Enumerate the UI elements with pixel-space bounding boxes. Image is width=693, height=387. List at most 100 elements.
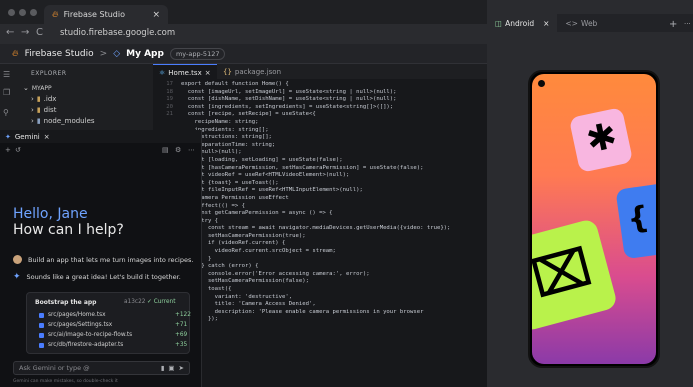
address-bar: ← → C studio.firebase.google.com (0, 24, 487, 44)
window-close-dot[interactable] (8, 9, 15, 16)
settings-icon[interactable]: ⚙ (175, 146, 181, 154)
code-line: 20 const [ingredients, setIngredients] =… (153, 104, 487, 112)
more-icon[interactable]: ⋯ (188, 146, 195, 154)
file-explorer: EXPLORER ⌄ MYAPP › ▮ .idx › ▮ dist › ▮ n… (13, 64, 153, 130)
android-icon: ◫ (495, 18, 503, 28)
breadcrumb-separator: > (99, 48, 108, 59)
code-line: description: 'Please enable camera permi… (153, 309, 487, 317)
chevron-down-icon: ⌄ (23, 84, 29, 92)
code-line: ingredients: string[]; (153, 127, 487, 135)
files-icon[interactable]: ❐ (3, 88, 10, 97)
code-line: const getCameraPermission = async () => … (153, 210, 487, 218)
user-message: Build an app that lets me turn images in… (13, 255, 193, 264)
code-line: 21 const [recipe, setRecipe] = useState<… (153, 111, 487, 119)
tab-android[interactable]: ◫ Android × (487, 14, 558, 32)
send-icon[interactable]: ➤ (179, 364, 184, 372)
chevron-right-icon: › (31, 106, 34, 114)
tab-web[interactable]: <> Web (557, 14, 605, 32)
code-text: const [ingredients, setIngredients] = us… (181, 103, 394, 110)
list-item[interactable]: src/pages/Home.tsx (39, 312, 106, 318)
code-text: const getCameraPermission = async () => … (181, 210, 333, 217)
preview-tabs: ◫ Android × <> Web (487, 14, 693, 32)
file-icon (39, 332, 44, 338)
code-line: console.error('Error accessing camera:',… (153, 271, 487, 279)
avatar (13, 255, 22, 264)
list-item[interactable]: src/ai/image-to-recipe-flow.ts (39, 332, 132, 338)
search-icon[interactable]: ⚲ (3, 108, 9, 117)
brackets-tile: ⌧ (532, 217, 619, 333)
url-text[interactable]: studio.firebase.google.com (60, 28, 175, 38)
close-icon[interactable]: × (543, 19, 549, 28)
firebase-logo-icon: 🔥︎ (52, 9, 59, 20)
back-button[interactable]: ← (6, 27, 14, 38)
line-delta: +122 (175, 312, 191, 318)
reload-button[interactable]: C (36, 27, 43, 38)
code-text: const [recipe, setRecipe] = useState<{ (181, 111, 316, 118)
tab-home-tsx[interactable]: ⚛ Home.tsx × (153, 64, 217, 80)
disclaimer: Gemini can make mistakes, so double-chec… (13, 379, 118, 384)
code-line: } (153, 256, 487, 264)
list-item[interactable]: › ▮ .idx (31, 95, 56, 103)
browser-tabstrip: 🔥︎ Firebase Studio × (0, 0, 487, 24)
code-text: console.error('Error accessing camera:',… (181, 270, 370, 277)
browser-tab[interactable]: 🔥︎ Firebase Studio × (44, 5, 168, 24)
close-icon[interactable]: × (152, 10, 160, 20)
code-text: description: 'Please enable camera permi… (181, 308, 424, 315)
code-line: title: 'Camera Access Denied', (153, 301, 487, 309)
code-line: } | null>(null); (153, 149, 487, 157)
window-zoom-dot[interactable] (30, 9, 37, 16)
file-icon (39, 322, 44, 328)
code-line: 18 const [imageUrl, setImageUrl] = useSt… (153, 89, 487, 97)
code-text: const fileInputRef = useRef<HTMLInputEle… (181, 187, 363, 194)
new-chat-icon[interactable]: + (5, 146, 11, 154)
list-item[interactable]: src/db/firestore-adapter.ts (39, 342, 123, 348)
brand-name[interactable]: Firebase Studio (25, 49, 94, 59)
line-number: 17 (166, 81, 173, 87)
code-line: videoRef.current.srcObject = stream; (153, 248, 487, 256)
gemini-input[interactable]: Ask Gemini or type @ ▮ ▣ ➤ (13, 361, 190, 375)
code-line: preparationTime: string; (153, 142, 487, 150)
list-item[interactable]: src/pages/Settings.tsx (39, 322, 112, 328)
history-icon[interactable]: ↺ (15, 146, 21, 154)
gemini-tab[interactable]: ✦ Gemini × (0, 130, 201, 143)
greeting-question: How can I help? (13, 222, 124, 238)
attach-icon[interactable]: ▮ (161, 364, 165, 372)
close-icon[interactable]: × (44, 133, 50, 141)
list-item[interactable]: › ▮ node_modules (31, 117, 95, 125)
explorer-root[interactable]: ⌄ MYAPP (23, 84, 52, 92)
file-icon (39, 312, 44, 318)
change-card[interactable]: Bootstrap the app a13c22 ✓ Current src/p… (26, 292, 191, 354)
window-minimize-dot[interactable] (19, 9, 26, 16)
code-line: useEffect(() => { (153, 203, 487, 211)
line-delta: +69 (175, 332, 188, 338)
braces-tile: { (615, 182, 656, 260)
folder-icon: ▮ (36, 117, 41, 125)
app-icon: ◇ (113, 48, 121, 59)
code-text: recipeName: string; (181, 118, 259, 125)
trash-icon[interactable]: ▤ (162, 146, 169, 154)
more-icon[interactable]: ··· (684, 20, 691, 28)
card-title: Bootstrap the app (35, 299, 97, 306)
code-text: videoRef.current.srcObject = stream; (181, 248, 336, 255)
app-name[interactable]: My App (126, 49, 164, 59)
list-item[interactable]: › ▮ dist (31, 106, 56, 114)
add-tab-button[interactable]: + (669, 19, 677, 30)
code-text: export default function Home() { (181, 81, 289, 87)
code-line: recipeName: string; (153, 119, 487, 127)
menu-icon[interactable]: ☰ (3, 70, 10, 79)
forward-button[interactable]: → (21, 27, 29, 38)
device-screen[interactable]: ✱ { ⌧ (532, 74, 656, 364)
code-content[interactable]: 17 export default function Home() { 18 con… (153, 81, 487, 381)
tab-package-json[interactable]: {} package.json (217, 64, 287, 79)
code-line: 19 const [dishName, setDishName] = useSt… (153, 96, 487, 104)
image-icon[interactable]: ▣ (168, 364, 174, 372)
code-icon: <> (565, 18, 578, 28)
code-line: setHasCameraPermission(false); (153, 278, 487, 286)
project-id-pill[interactable]: my-app-5127 (169, 47, 226, 60)
code-text: const [loading, setLoading] = useState(f… (181, 156, 343, 163)
chevron-right-icon: › (31, 117, 34, 125)
asterisk-icon: ✱ (582, 115, 621, 162)
gemini-spark-icon: ✦ (13, 272, 21, 282)
line-delta: +71 (175, 322, 188, 328)
close-icon[interactable]: × (205, 69, 211, 77)
